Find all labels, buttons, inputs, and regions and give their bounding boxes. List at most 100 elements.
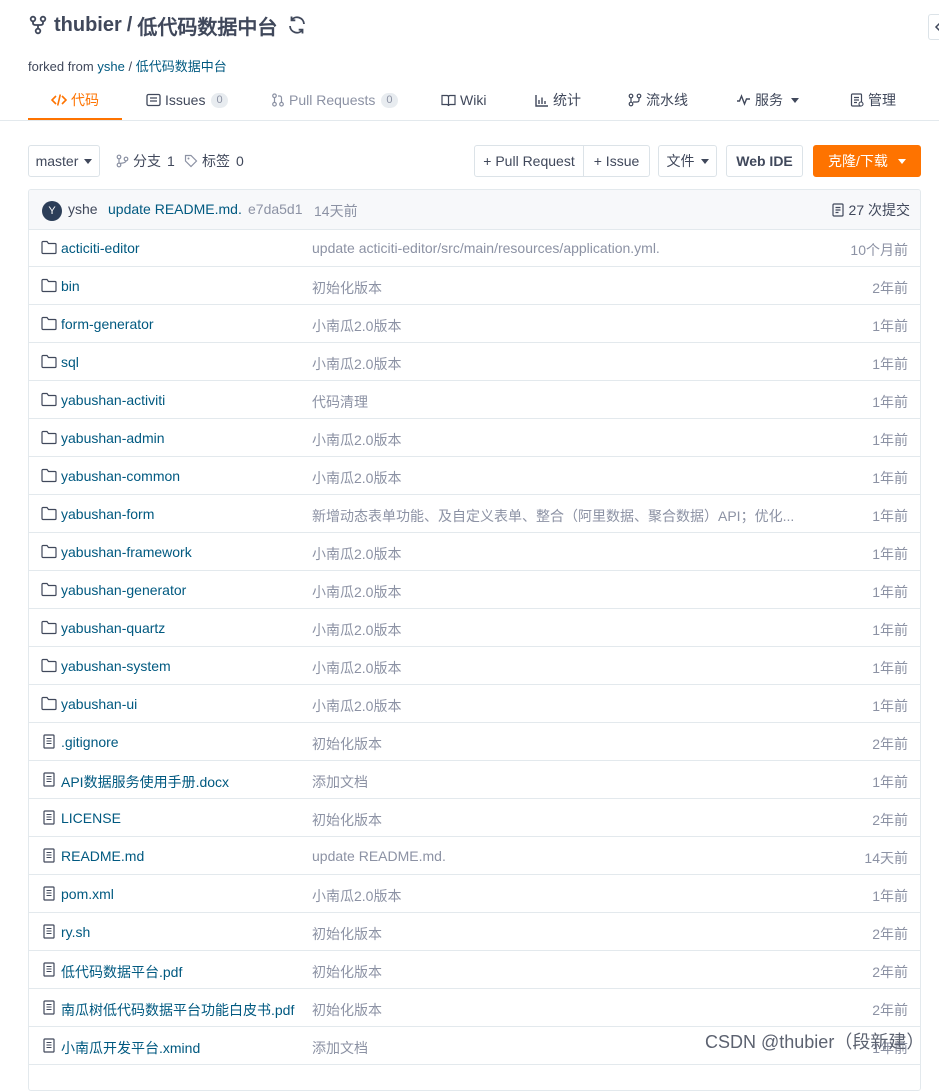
repo-owner-link[interactable]: thubier: [54, 14, 122, 37]
repo-name-link[interactable]: 低代码数据中台: [137, 11, 277, 40]
tab-admin[interactable]: 管理: [850, 80, 896, 120]
tab-issues[interactable]: Issues 0: [146, 80, 228, 120]
file-commit-message[interactable]: 小南瓜2.0版本: [312, 696, 812, 716]
file-commit-message[interactable]: 小南瓜2.0版本: [312, 354, 812, 374]
table-row[interactable]: yabushan-admin 小南瓜2.0版本 1年前: [29, 419, 920, 457]
file-name-link[interactable]: yabushan-quartz: [61, 620, 165, 636]
pipeline-icon: [628, 93, 642, 107]
file-commit-message[interactable]: 小南瓜2.0版本: [312, 582, 812, 602]
file-commit-message[interactable]: 初始化版本: [312, 1000, 812, 1020]
table-row[interactable]: README.md update README.md. 14天前: [29, 837, 920, 875]
table-row[interactable]: pom.xml 小南瓜2.0版本 1年前: [29, 875, 920, 913]
commits-count-link[interactable]: 27 次提交: [831, 200, 910, 220]
tab-services[interactable]: 服务: [736, 80, 799, 120]
file-name-link[interactable]: bin: [61, 278, 80, 294]
tab-stats[interactable]: 统计: [535, 80, 581, 120]
file-name-link[interactable]: API数据服务使用手册.docx: [61, 772, 229, 792]
table-row[interactable]: yabushan-generator 小南瓜2.0版本 1年前: [29, 571, 920, 609]
table-row[interactable]: form-generator 小南瓜2.0版本 1年前: [29, 305, 920, 343]
forked-repo-link[interactable]: 低代码数据中台: [136, 59, 227, 74]
collapse-button[interactable]: [928, 14, 939, 40]
avatar[interactable]: Y: [42, 201, 62, 221]
table-row[interactable]: yabushan-activiti 代码清理 1年前: [29, 381, 920, 419]
tags-link[interactable]: 标签 0: [184, 145, 244, 177]
tab-wiki[interactable]: Wiki: [441, 80, 486, 120]
web-ide-button[interactable]: Web IDE: [726, 145, 803, 177]
commits-count-label: 27 次提交: [848, 202, 910, 218]
file-commit-message[interactable]: 初始化版本: [312, 734, 812, 754]
table-row[interactable]: .gitignore 初始化版本 2年前: [29, 723, 920, 761]
table-row[interactable]: 低代码数据平台.pdf 初始化版本 2年前: [29, 951, 920, 989]
file-name-link[interactable]: yabushan-admin: [61, 430, 165, 446]
repo-title-separator: /: [126, 13, 133, 36]
file-commit-message[interactable]: 代码清理: [312, 392, 812, 412]
table-row[interactable]: yabushan-framework 小南瓜2.0版本 1年前: [29, 533, 920, 571]
tab-pull-requests[interactable]: Pull Requests 0: [271, 80, 398, 120]
file-commit-message[interactable]: 小南瓜2.0版本: [312, 468, 812, 488]
new-issue-button[interactable]: + Issue: [583, 145, 650, 177]
table-row[interactable]: LICENSE 初始化版本 2年前: [29, 799, 920, 837]
branch-select[interactable]: master: [28, 145, 100, 177]
new-pull-request-button[interactable]: + Pull Request: [474, 145, 584, 177]
file-name-link[interactable]: 南瓜树低代码数据平台功能白皮书.pdf: [61, 1000, 294, 1020]
table-row[interactable]: acticiti-editor update acticiti-editor/sr…: [29, 229, 920, 267]
file-name-link[interactable]: yabushan-ui: [61, 696, 137, 712]
file-commit-message[interactable]: 小南瓜2.0版本: [312, 886, 812, 906]
table-row[interactable]: yabushan-ui 小南瓜2.0版本 1年前: [29, 685, 920, 723]
file-commit-message[interactable]: 添加文档: [312, 772, 812, 792]
sync-icon[interactable]: [285, 13, 309, 37]
file-commit-message[interactable]: 初始化版本: [312, 810, 812, 830]
branches-link[interactable]: 分支 1: [116, 145, 175, 177]
file-commit-message[interactable]: 小南瓜2.0版本: [312, 544, 812, 564]
forked-owner-link[interactable]: yshe: [97, 59, 124, 74]
file-name-link[interactable]: ry.sh: [61, 924, 90, 940]
table-row[interactable]: bin 初始化版本 2年前: [29, 267, 920, 305]
file-commit-message[interactable]: update acticiti-editor/src/main/resource…: [312, 240, 812, 256]
file-name-link[interactable]: yabushan-form: [61, 506, 154, 522]
table-row[interactable]: API数据服务使用手册.docx 添加文档 1年前: [29, 761, 920, 799]
file-name-link[interactable]: sql: [61, 354, 79, 370]
table-row[interactable]: yabushan-system 小南瓜2.0版本 1年前: [29, 647, 920, 685]
tab-code[interactable]: 代码: [28, 80, 122, 120]
file-commit-message[interactable]: 小南瓜2.0版本: [312, 316, 812, 336]
file-menu-button[interactable]: 文件: [658, 145, 717, 177]
file-name-link[interactable]: yabushan-framework: [61, 544, 192, 560]
file-icon: [43, 848, 55, 863]
commit-author-link[interactable]: yshe: [68, 201, 98, 217]
file-name-link[interactable]: 小南瓜开发平台.xmind: [61, 1038, 200, 1058]
table-row[interactable]: ry.sh 初始化版本 2年前: [29, 913, 920, 951]
file-name-link[interactable]: yabushan-activiti: [61, 392, 165, 408]
file-name-link[interactable]: README.md: [61, 848, 144, 864]
file-name-link[interactable]: .gitignore: [61, 734, 119, 750]
file-name-link[interactable]: LICENSE: [61, 810, 121, 826]
file-name-link[interactable]: form-generator: [61, 316, 154, 332]
file-commit-message[interactable]: 小南瓜2.0版本: [312, 658, 812, 678]
file-commit-message[interactable]: 小南瓜2.0版本: [312, 620, 812, 640]
table-row[interactable]: sql 小南瓜2.0版本 1年前: [29, 343, 920, 381]
file-commit-message[interactable]: update README.md.: [312, 848, 812, 864]
file-icon: [43, 1000, 55, 1015]
code-icon: [51, 94, 67, 106]
file-commit-message[interactable]: 小南瓜2.0版本: [312, 430, 812, 450]
file-name-link[interactable]: yabushan-common: [61, 468, 180, 484]
file-name-link[interactable]: yabushan-system: [61, 658, 171, 674]
commit-message-link[interactable]: update README.md.: [108, 201, 242, 217]
table-row[interactable]: yabushan-form 新增动态表单功能、及自定义表单、整合（阿里数据、聚合数…: [29, 495, 920, 533]
table-row[interactable]: 南瓜树低代码数据平台功能白皮书.pdf 初始化版本 2年前: [29, 989, 920, 1027]
file-commit-message[interactable]: 初始化版本: [312, 278, 812, 298]
table-row[interactable]: yabushan-quartz 小南瓜2.0版本 1年前: [29, 609, 920, 647]
file-name-link[interactable]: 低代码数据平台.pdf: [61, 962, 182, 982]
file-name-link[interactable]: acticiti-editor: [61, 240, 140, 256]
commit-sha-link[interactable]: e7da5d1: [248, 201, 303, 217]
file-name-link[interactable]: pom.xml: [61, 886, 114, 902]
table-row[interactable]: yabushan-common 小南瓜2.0版本 1年前: [29, 457, 920, 495]
tab-pipeline[interactable]: 流水线: [628, 80, 688, 120]
folder-icon: [41, 392, 57, 407]
file-commit-message[interactable]: 初始化版本: [312, 924, 812, 944]
file-name-link[interactable]: yabushan-generator: [61, 582, 186, 598]
file-commit-message[interactable]: 初始化版本: [312, 962, 812, 982]
file-commit-message[interactable]: 新增动态表单功能、及自定义表单、整合（阿里数据、聚合数据）API；优化...: [312, 506, 812, 526]
clone-download-button[interactable]: 克隆/下载: [813, 145, 921, 177]
file-icon: [43, 962, 55, 977]
issues-icon: [146, 93, 161, 107]
